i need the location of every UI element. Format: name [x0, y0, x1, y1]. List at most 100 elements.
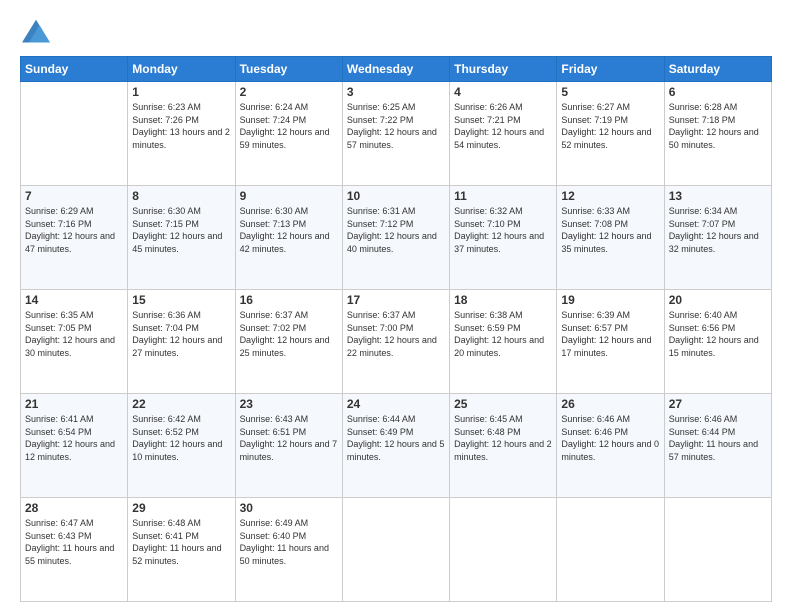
- calendar-cell: [664, 498, 771, 602]
- calendar-cell: 22 Sunrise: 6:42 AMSunset: 6:52 PMDayligh…: [128, 394, 235, 498]
- day-number: 1: [132, 85, 230, 99]
- day-number: 21: [25, 397, 123, 411]
- cell-info: Sunrise: 6:40 AMSunset: 6:56 PMDaylight:…: [669, 309, 767, 359]
- cell-info: Sunrise: 6:46 AMSunset: 6:46 PMDaylight:…: [561, 413, 659, 463]
- cell-info: Sunrise: 6:24 AMSunset: 7:24 PMDaylight:…: [240, 101, 338, 151]
- day-number: 17: [347, 293, 445, 307]
- cell-info: Sunrise: 6:43 AMSunset: 6:51 PMDaylight:…: [240, 413, 338, 463]
- calendar-week-row: 7 Sunrise: 6:29 AMSunset: 7:16 PMDaylight…: [21, 186, 772, 290]
- cell-info: Sunrise: 6:28 AMSunset: 7:18 PMDaylight:…: [669, 101, 767, 151]
- day-number: 22: [132, 397, 230, 411]
- calendar-header-row: SundayMondayTuesdayWednesdayThursdayFrid…: [21, 57, 772, 82]
- calendar-cell: 15 Sunrise: 6:36 AMSunset: 7:04 PMDayligh…: [128, 290, 235, 394]
- cell-info: Sunrise: 6:35 AMSunset: 7:05 PMDaylight:…: [25, 309, 123, 359]
- weekday-header: Tuesday: [235, 57, 342, 82]
- calendar-week-row: 14 Sunrise: 6:35 AMSunset: 7:05 PMDayligh…: [21, 290, 772, 394]
- day-number: 15: [132, 293, 230, 307]
- cell-info: Sunrise: 6:44 AMSunset: 6:49 PMDaylight:…: [347, 413, 445, 463]
- cell-info: Sunrise: 6:30 AMSunset: 7:15 PMDaylight:…: [132, 205, 230, 255]
- cell-info: Sunrise: 6:30 AMSunset: 7:13 PMDaylight:…: [240, 205, 338, 255]
- day-number: 4: [454, 85, 552, 99]
- cell-info: Sunrise: 6:47 AMSunset: 6:43 PMDaylight:…: [25, 517, 123, 567]
- day-number: 6: [669, 85, 767, 99]
- cell-info: Sunrise: 6:48 AMSunset: 6:41 PMDaylight:…: [132, 517, 230, 567]
- weekday-header: Monday: [128, 57, 235, 82]
- calendar-cell: 20 Sunrise: 6:40 AMSunset: 6:56 PMDayligh…: [664, 290, 771, 394]
- calendar-cell: 3 Sunrise: 6:25 AMSunset: 7:22 PMDaylight…: [342, 82, 449, 186]
- cell-info: Sunrise: 6:38 AMSunset: 6:59 PMDaylight:…: [454, 309, 552, 359]
- cell-info: Sunrise: 6:39 AMSunset: 6:57 PMDaylight:…: [561, 309, 659, 359]
- day-number: 3: [347, 85, 445, 99]
- calendar-cell: 28 Sunrise: 6:47 AMSunset: 6:43 PMDayligh…: [21, 498, 128, 602]
- calendar-week-row: 21Sunrise: 6:41 AMSunset: 6:54 PMDayligh…: [21, 394, 772, 498]
- cell-info: Sunrise: 6:23 AMSunset: 7:26 PMDaylight:…: [132, 101, 230, 151]
- calendar-cell: 19Sunrise: 6:39 AMSunset: 6:57 PMDayligh…: [557, 290, 664, 394]
- day-number: 27: [669, 397, 767, 411]
- cell-info: Sunrise: 6:36 AMSunset: 7:04 PMDaylight:…: [132, 309, 230, 359]
- day-number: 29: [132, 501, 230, 515]
- calendar-cell: 2 Sunrise: 6:24 AMSunset: 7:24 PMDaylight…: [235, 82, 342, 186]
- cell-info: Sunrise: 6:42 AMSunset: 6:52 PMDaylight:…: [132, 413, 230, 463]
- calendar-cell: [21, 82, 128, 186]
- calendar-cell: 24 Sunrise: 6:44 AMSunset: 6:49 PMDayligh…: [342, 394, 449, 498]
- calendar-cell: 27 Sunrise: 6:46 AMSunset: 6:44 PMDayligh…: [664, 394, 771, 498]
- day-number: 2: [240, 85, 338, 99]
- calendar-week-row: 1 Sunrise: 6:23 AMSunset: 7:26 PMDaylight…: [21, 82, 772, 186]
- calendar-cell: 12Sunrise: 6:33 AMSunset: 7:08 PMDayligh…: [557, 186, 664, 290]
- logo: [20, 18, 56, 46]
- day-number: 5: [561, 85, 659, 99]
- day-number: 7: [25, 189, 123, 203]
- cell-info: Sunrise: 6:26 AMSunset: 7:21 PMDaylight:…: [454, 101, 552, 151]
- day-number: 24: [347, 397, 445, 411]
- cell-info: Sunrise: 6:32 AMSunset: 7:10 PMDaylight:…: [454, 205, 552, 255]
- calendar-table: SundayMondayTuesdayWednesdayThursdayFrid…: [20, 56, 772, 602]
- calendar-cell: 21Sunrise: 6:41 AMSunset: 6:54 PMDayligh…: [21, 394, 128, 498]
- cell-info: Sunrise: 6:37 AMSunset: 7:02 PMDaylight:…: [240, 309, 338, 359]
- weekday-header: Thursday: [450, 57, 557, 82]
- calendar-cell: 4 Sunrise: 6:26 AMSunset: 7:21 PMDaylight…: [450, 82, 557, 186]
- calendar-cell: 10 Sunrise: 6:31 AMSunset: 7:12 PMDayligh…: [342, 186, 449, 290]
- page: SundayMondayTuesdayWednesdayThursdayFrid…: [0, 0, 792, 612]
- day-number: 16: [240, 293, 338, 307]
- weekday-header: Saturday: [664, 57, 771, 82]
- cell-info: Sunrise: 6:37 AMSunset: 7:00 PMDaylight:…: [347, 309, 445, 359]
- calendar-cell: 16 Sunrise: 6:37 AMSunset: 7:02 PMDayligh…: [235, 290, 342, 394]
- calendar-cell: 29 Sunrise: 6:48 AMSunset: 6:41 PMDayligh…: [128, 498, 235, 602]
- calendar-cell: [450, 498, 557, 602]
- calendar-week-row: 28 Sunrise: 6:47 AMSunset: 6:43 PMDayligh…: [21, 498, 772, 602]
- day-number: 10: [347, 189, 445, 203]
- day-number: 18: [454, 293, 552, 307]
- calendar-cell: 8 Sunrise: 6:30 AMSunset: 7:15 PMDaylight…: [128, 186, 235, 290]
- cell-info: Sunrise: 6:45 AMSunset: 6:48 PMDaylight:…: [454, 413, 552, 463]
- cell-info: Sunrise: 6:29 AMSunset: 7:16 PMDaylight:…: [25, 205, 123, 255]
- calendar-cell: 13Sunrise: 6:34 AMSunset: 7:07 PMDayligh…: [664, 186, 771, 290]
- calendar-cell: 7 Sunrise: 6:29 AMSunset: 7:16 PMDaylight…: [21, 186, 128, 290]
- header: [20, 18, 772, 46]
- cell-info: Sunrise: 6:49 AMSunset: 6:40 PMDaylight:…: [240, 517, 338, 567]
- cell-info: Sunrise: 6:25 AMSunset: 7:22 PMDaylight:…: [347, 101, 445, 151]
- day-number: 26: [561, 397, 659, 411]
- day-number: 14: [25, 293, 123, 307]
- calendar-cell: [557, 498, 664, 602]
- cell-info: Sunrise: 6:46 AMSunset: 6:44 PMDaylight:…: [669, 413, 767, 463]
- cell-info: Sunrise: 6:31 AMSunset: 7:12 PMDaylight:…: [347, 205, 445, 255]
- day-number: 13: [669, 189, 767, 203]
- calendar-cell: 26 Sunrise: 6:46 AMSunset: 6:46 PMDayligh…: [557, 394, 664, 498]
- cell-info: Sunrise: 6:27 AMSunset: 7:19 PMDaylight:…: [561, 101, 659, 151]
- calendar-cell: 25Sunrise: 6:45 AMSunset: 6:48 PMDayligh…: [450, 394, 557, 498]
- weekday-header: Friday: [557, 57, 664, 82]
- calendar-cell: 1 Sunrise: 6:23 AMSunset: 7:26 PMDaylight…: [128, 82, 235, 186]
- logo-icon: [20, 18, 52, 46]
- calendar-cell: 5 Sunrise: 6:27 AMSunset: 7:19 PMDaylight…: [557, 82, 664, 186]
- day-number: 8: [132, 189, 230, 203]
- calendar-cell: 14 Sunrise: 6:35 AMSunset: 7:05 PMDayligh…: [21, 290, 128, 394]
- calendar-cell: 17 Sunrise: 6:37 AMSunset: 7:00 PMDayligh…: [342, 290, 449, 394]
- day-number: 28: [25, 501, 123, 515]
- calendar-cell: 6 Sunrise: 6:28 AMSunset: 7:18 PMDaylight…: [664, 82, 771, 186]
- calendar-cell: 9Sunrise: 6:30 AMSunset: 7:13 PMDaylight…: [235, 186, 342, 290]
- calendar-cell: [342, 498, 449, 602]
- calendar-cell: 11Sunrise: 6:32 AMSunset: 7:10 PMDayligh…: [450, 186, 557, 290]
- day-number: 20: [669, 293, 767, 307]
- calendar-cell: 18 Sunrise: 6:38 AMSunset: 6:59 PMDayligh…: [450, 290, 557, 394]
- cell-info: Sunrise: 6:33 AMSunset: 7:08 PMDaylight:…: [561, 205, 659, 255]
